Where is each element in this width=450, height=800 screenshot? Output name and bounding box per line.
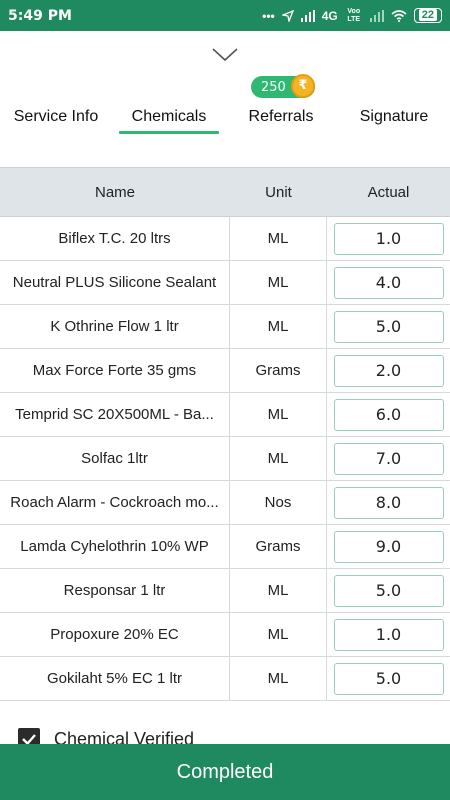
cell-unit: ML (230, 261, 327, 304)
rupee-coin-icon: ₹ (291, 74, 315, 98)
cell-unit: ML (230, 569, 327, 612)
tab-referrals[interactable]: Referrals (237, 100, 325, 134)
tab-label: Chemicals (131, 108, 207, 125)
table-row: K Othrine Flow 1 ltr ML (0, 305, 450, 349)
cell-actual (327, 437, 450, 480)
cell-actual (327, 613, 450, 656)
referral-points: 250 (261, 79, 286, 95)
cell-unit: ML (230, 393, 327, 436)
actual-quantity-input[interactable] (333, 618, 444, 651)
header-actual: Actual (367, 183, 410, 201)
header-unit: Unit (265, 183, 292, 201)
tab-label: Service Info (13, 108, 99, 125)
cell-actual (327, 525, 450, 568)
signal-icon (300, 9, 315, 22)
tab-bar: Service Info Chemicals Referrals Signatu… (0, 100, 450, 134)
battery-icon: 22 (413, 8, 442, 23)
chemical-name: Max Force Forte 35 gms (32, 362, 197, 379)
cell-actual (327, 569, 450, 612)
active-tab-indicator (119, 131, 219, 134)
cell-chemical-name: Responsar 1 ltr (0, 569, 230, 612)
status-bar: 5:49 PM ••• 4G Voo LTE 22 (0, 0, 450, 31)
cell-unit: Nos (230, 481, 327, 524)
chemical-name: Lamda Cyhelothrin 10% WP (20, 538, 209, 555)
cell-chemical-name: Solfac 1ltr (0, 437, 230, 480)
cell-chemical-name: Propoxure 20% EC (0, 613, 230, 656)
table-row: Lamda Cyhelothrin 10% WP Grams (0, 525, 450, 569)
actual-quantity-input[interactable] (333, 662, 444, 695)
status-icons: ••• 4G Voo LTE 22 (262, 8, 442, 24)
cell-chemical-name: Temprid SC 20X500ML - Ba... (0, 393, 230, 436)
chemical-name: Roach Alarm - Cockroach mo... (10, 494, 219, 511)
table-body: Biflex T.C. 20 ltrsMLNeutral PLUS Silico… (0, 217, 450, 701)
cell-chemical-name: Biflex T.C. 20 ltrs (0, 217, 230, 260)
cell-chemical-name: Gokilaht 5% EC 1 ltr (0, 657, 230, 700)
cell-chemical-name: K Othrine Flow 1 ltr (0, 305, 230, 348)
cell-unit: ML (230, 657, 327, 700)
tab-label: Referrals (248, 108, 314, 125)
cell-actual (327, 657, 450, 700)
cell-chemical-name: Roach Alarm - Cockroach mo... (0, 481, 230, 524)
actual-quantity-input[interactable] (333, 354, 444, 387)
network-sub: Voo LTE (347, 7, 361, 23)
cell-unit: ML (230, 217, 327, 260)
chemical-name: Biflex T.C. 20 ltrs (58, 230, 171, 247)
cell-chemical-name: Lamda Cyhelothrin 10% WP (0, 525, 230, 568)
cell-actual (327, 349, 450, 392)
table-row: Neutral PLUS Silicone Sealant ML (0, 261, 450, 305)
tab-chemicals[interactable]: Chemicals (119, 100, 219, 134)
actual-quantity-input[interactable] (333, 486, 444, 519)
cell-chemical-name: Max Force Forte 35 gms (0, 349, 230, 392)
chemical-name: Propoxure 20% EC (50, 626, 179, 643)
chemical-name: Responsar 1 ltr (63, 582, 166, 599)
table-row: Gokilaht 5% EC 1 ltr ML (0, 657, 450, 701)
actual-quantity-input[interactable] (333, 530, 444, 563)
referral-points-badge: 250 ₹ (251, 74, 315, 98)
actual-quantity-input[interactable] (333, 398, 444, 431)
chemical-name: Gokilaht 5% EC 1 ltr (46, 670, 183, 687)
actual-quantity-input[interactable] (333, 574, 444, 607)
actual-quantity-input[interactable] (333, 266, 444, 299)
table-row: Propoxure 20% EC ML (0, 613, 450, 657)
chevron-down-icon[interactable] (212, 48, 238, 62)
chemical-name: K Othrine Flow 1 ltr (50, 318, 179, 335)
chemical-name: Solfac 1ltr (81, 450, 148, 467)
cell-actual (327, 261, 450, 304)
cell-actual (327, 481, 450, 524)
tab-service-info[interactable]: Service Info (6, 100, 106, 134)
cell-chemical-name: Neutral PLUS Silicone Sealant (0, 261, 230, 304)
cell-unit: ML (230, 305, 327, 348)
wifi-icon (391, 9, 407, 22)
table-row: Temprid SC 20X500ML - Ba... ML (0, 393, 450, 437)
table-row: Roach Alarm - Cockroach mo... Nos (0, 481, 450, 525)
header-name: Name (94, 183, 135, 201)
completed-button[interactable]: Completed (0, 744, 450, 800)
status-time: 5:49 PM (8, 7, 72, 24)
cell-actual (327, 393, 450, 436)
tab-label: Signature (359, 108, 429, 125)
cell-unit: Grams (230, 525, 327, 568)
chemical-name: Temprid SC 20X500ML - Ba... (15, 406, 214, 423)
tab-signature[interactable]: Signature (352, 100, 436, 134)
cell-unit: ML (230, 613, 327, 656)
table-row: Responsar 1 ltr ML (0, 569, 450, 613)
network-type: 4G (321, 8, 338, 23)
chemical-name: Neutral PLUS Silicone Sealant (12, 274, 217, 291)
cell-actual (327, 305, 450, 348)
actual-quantity-input[interactable] (333, 442, 444, 475)
chemicals-table: Name Unit Actual Biflex T.C. 20 ltrsMLNe… (0, 167, 450, 701)
actual-quantity-input[interactable] (333, 310, 444, 343)
table-row: Biflex T.C. 20 ltrs ML (0, 217, 450, 261)
signal-weak-icon (369, 9, 384, 22)
more-dots-icon: ••• (262, 8, 275, 23)
cell-unit: Grams (230, 349, 327, 392)
table-row: Solfac 1ltr ML (0, 437, 450, 481)
battery-level: 22 (418, 9, 437, 21)
table-header: Name Unit Actual (0, 167, 450, 217)
cell-actual (327, 217, 450, 260)
cell-unit: ML (230, 437, 327, 480)
actual-quantity-input[interactable] (333, 222, 444, 255)
table-row: Max Force Forte 35 gms Grams (0, 349, 450, 393)
location-arrow-icon (281, 9, 294, 22)
